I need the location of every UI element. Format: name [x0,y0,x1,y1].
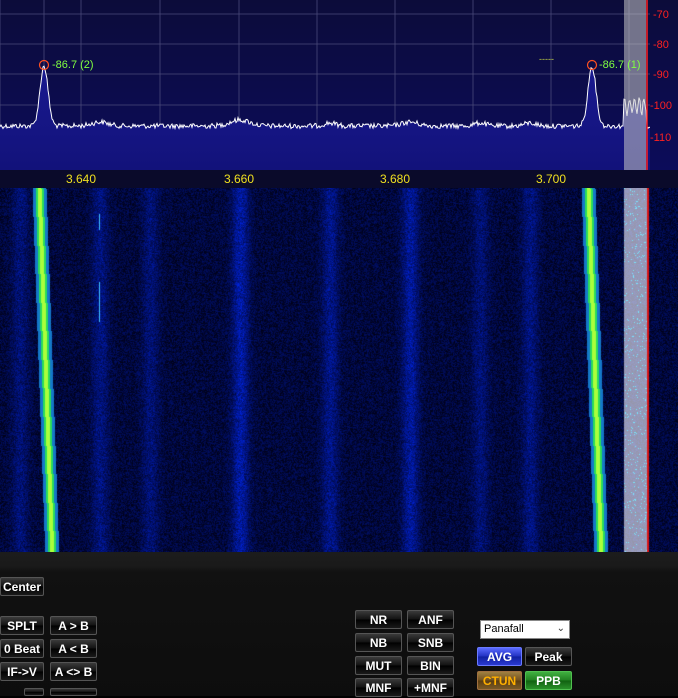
avg-button[interactable]: AVG [477,647,522,666]
copy-a-to-b-button[interactable]: A > B [50,616,97,635]
mnf-button[interactable]: MNF [355,678,402,697]
control-panel [0,552,678,696]
snb-button[interactable]: SNB [407,633,454,652]
peak-marker-2-label: -86.7 (2) [52,59,94,71]
db-label: -80 [653,39,669,51]
freq-label: 3.640 [65,172,97,186]
db-label: -70 [653,9,669,21]
display-mode-select[interactable]: Panafall ⌄ [480,620,570,639]
filter-passband[interactable] [624,0,646,170]
peak-marker-1-label: -86.7 (1) [599,59,641,71]
partial-button[interactable] [50,688,97,696]
center-button[interactable]: Center [0,577,44,596]
freq-label: 3.660 [223,172,255,186]
bin-button[interactable]: BIN [407,656,454,675]
anf-button[interactable]: ANF [407,610,454,629]
chevron-down-icon: ⌄ [556,623,565,634]
mute-button[interactable]: MUT [355,656,402,675]
nb-button[interactable]: NB [355,633,402,652]
partial-button[interactable] [24,688,44,696]
copy-b-to-a-button[interactable]: A < B [50,639,97,658]
frequency-scale: 3.640 3.660 3.680 3.700 [0,170,678,188]
display-mode-value: Panafall [484,623,524,635]
ctun-button[interactable]: CTUN [477,671,522,690]
spectrum-display[interactable]: -86.7 (2) -86.7 (1) ----- -70 -80 -90 -1… [0,0,678,170]
swap-a-b-button[interactable]: A <> B [50,662,97,681]
ppb-button[interactable]: PPB [525,671,572,690]
freq-label: 3.680 [379,172,411,186]
freq-label: 3.700 [535,172,567,186]
db-label: -90 [653,69,669,81]
zero-beat-button[interactable]: 0 Beat [0,639,44,658]
split-button[interactable]: SPLT [0,616,44,635]
peak-button[interactable]: Peak [525,647,572,666]
plus-mnf-button[interactable]: +MNF [407,678,454,697]
waterfall-display[interactable] [0,188,678,552]
db-label: -100 [650,100,672,112]
nr-button[interactable]: NR [355,610,402,629]
dash-marker: ----- [539,54,554,64]
db-label: -110 [650,132,671,144]
if-to-v-button[interactable]: IF->V [0,662,44,681]
